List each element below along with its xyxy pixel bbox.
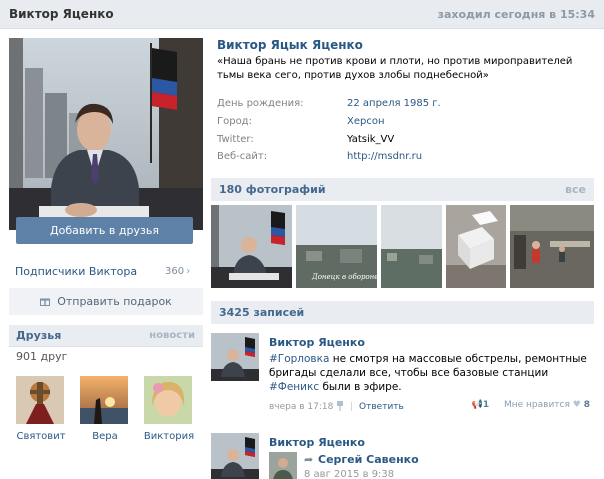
hashtag-link[interactable]: #Феникс: [269, 381, 319, 393]
last-seen-text: заходил сегодня в 15:34: [437, 8, 595, 21]
photos-section-header[interactable]: 180 фотографий все: [211, 178, 594, 201]
repost-date[interactable]: 8 авг 2015 в 9:38: [304, 469, 394, 479]
profile-header-bar: Виктор Яценко заходил сегодня в 15:34: [0, 0, 604, 29]
post-author-avatar[interactable]: [211, 333, 259, 381]
friends-title[interactable]: Друзья: [16, 329, 61, 342]
post-stats: 📢1 Мне нравится ♥ 8: [472, 400, 590, 410]
wall-section-header[interactable]: 3425 записей: [211, 301, 594, 324]
friend-name[interactable]: Святовит: [12, 430, 70, 443]
friend-item[interactable]: Вера: [80, 376, 132, 443]
hashtag-link[interactable]: #Горловка: [269, 353, 329, 365]
profile-full-name: Виктор Яцык Яценко: [217, 38, 363, 52]
info-value-text: Yatsik_VV: [347, 134, 395, 145]
repost-icon[interactable]: 📢: [472, 400, 483, 410]
post-text: #Горловка не смотря на массовые обстрелы…: [269, 353, 587, 393]
header-name: Виктор Яценко: [9, 7, 114, 21]
info-label: Веб-сайт:: [217, 151, 268, 162]
friends-count: 901 друг: [16, 350, 68, 363]
friend-item[interactable]: Виктория: [144, 376, 196, 443]
friend-avatar[interactable]: [144, 376, 192, 424]
repost-author-name[interactable]: Сергей Савенко: [318, 453, 419, 466]
post-meta: вчера в 17:18 | Ответить: [269, 401, 404, 412]
friends-news-link[interactable]: новости: [149, 330, 195, 341]
post-author-name[interactable]: Виктор Яценко: [269, 336, 365, 349]
photo-thumbnail[interactable]: Донецк в обороне: [296, 205, 377, 288]
profile-photo[interactable]: [9, 38, 203, 230]
add-friend-button[interactable]: Добавить в друзья: [16, 217, 193, 244]
info-label: День рождения:: [217, 98, 304, 109]
like-label[interactable]: Мне нравится: [504, 400, 570, 410]
info-label: Twitter:: [217, 134, 254, 145]
post-author-avatar[interactable]: [211, 433, 259, 479]
friend-item[interactable]: Святовит: [16, 376, 68, 443]
chevron-right-icon: ›: [186, 266, 191, 277]
friend-name[interactable]: Виктория: [140, 430, 198, 443]
photo-thumbnail[interactable]: [510, 205, 594, 288]
profile-status: «Наша брань не против крови и плоти, но …: [217, 56, 573, 81]
photos-all-link[interactable]: все: [565, 183, 586, 196]
post-time[interactable]: вчера в 17:18: [269, 402, 333, 412]
repost-author-avatar[interactable]: [269, 452, 297, 479]
heart-icon[interactable]: ♥: [573, 400, 581, 410]
info-label: Город:: [217, 116, 252, 127]
photos-title[interactable]: 180 фотографий: [219, 183, 326, 196]
reply-link[interactable]: Ответить: [359, 402, 404, 412]
repost-arrow-icon: ➦: [304, 453, 314, 466]
photo-thumbnail[interactable]: [446, 205, 506, 288]
post-author-name[interactable]: Виктор Яценко: [269, 436, 365, 449]
photo-thumbnail[interactable]: [211, 205, 292, 288]
send-gift-label: Отправить подарок: [57, 295, 172, 308]
friend-name[interactable]: Вера: [76, 430, 134, 443]
friends-section-header: Друзья новости: [9, 325, 203, 347]
info-value-link[interactable]: Херсон: [347, 116, 385, 127]
photo-caption: Донецк в обороне: [312, 273, 377, 281]
friend-avatar[interactable]: [80, 376, 128, 424]
repost-count[interactable]: 1: [483, 400, 489, 410]
like-count[interactable]: 8: [584, 400, 590, 410]
send-gift-button[interactable]: Отправить подарок: [9, 288, 203, 315]
gift-icon: [40, 298, 51, 306]
subscribers-link[interactable]: Подписчики Виктора: [15, 265, 137, 278]
info-value-link[interactable]: http://msdnr.ru: [347, 151, 422, 162]
info-value-link[interactable]: 22 апреля 1985 г.: [347, 98, 441, 109]
friend-avatar[interactable]: [16, 376, 64, 424]
photo-thumbnail[interactable]: [381, 205, 442, 288]
pin-icon[interactable]: [336, 401, 344, 411]
wall-title[interactable]: 3425 записей: [219, 306, 304, 319]
subscribers-count[interactable]: 360 ›: [165, 266, 190, 277]
